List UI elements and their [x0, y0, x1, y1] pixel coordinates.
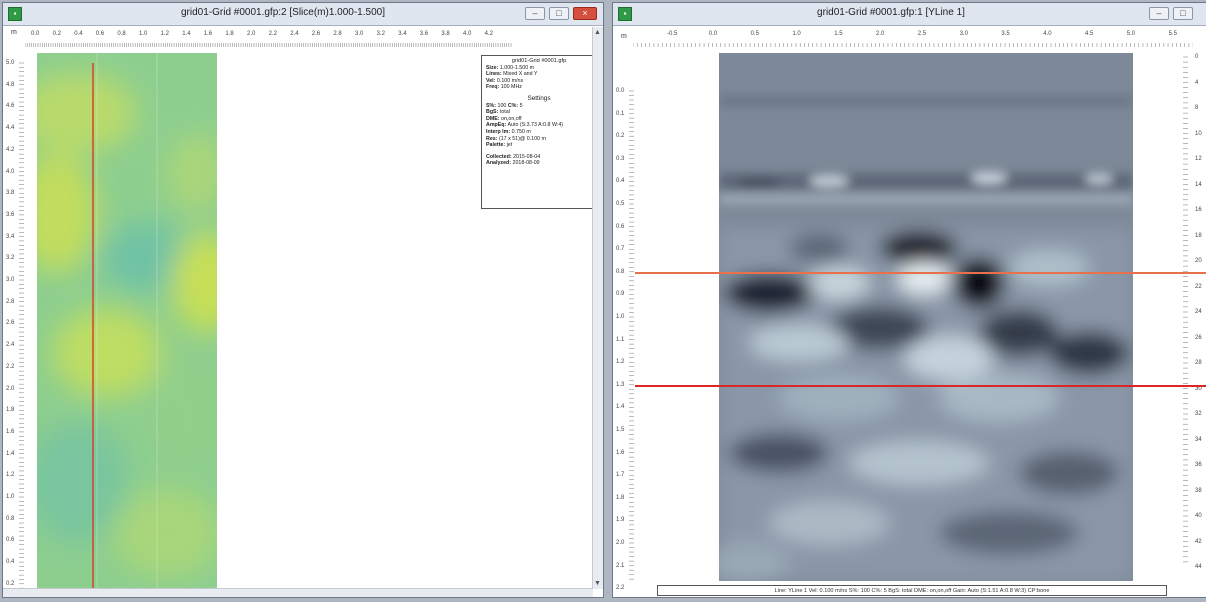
- info-freq: Freq: 100 MHz: [486, 84, 522, 91]
- slice-lines-overlay: [635, 272, 1206, 387]
- slice-window[interactable]: ▪ grid01-Grid #0001.gfp:2 [Slice(m)1.000…: [2, 2, 604, 598]
- x-tick-label: 3.8: [441, 31, 450, 37]
- info-size: Size: 1.000-1.500 m: [486, 64, 535, 71]
- info-lines: Lines: Mixed X and Y: [486, 71, 538, 78]
- unit-label: m: [11, 29, 17, 36]
- title-bar[interactable]: ▪ grid01-Grid #0001.gfp:2 [Slice(m)1.000…: [3, 3, 603, 26]
- x-tick-label: 2.8: [333, 31, 342, 37]
- x-tick-label: 0.2: [52, 31, 61, 37]
- x-tick-label: 1.2: [160, 31, 169, 37]
- close-button[interactable]: ×: [573, 7, 597, 20]
- app-icon[interactable]: ▪: [8, 7, 22, 21]
- x-tick-label: 0.8: [117, 31, 126, 37]
- x-tick-label: 2.6: [311, 31, 321, 37]
- x-tick-label: 4.2: [484, 31, 493, 37]
- info-res: Res: (17 x 51)@ 0.100 m: [486, 135, 546, 142]
- window-title: grid01-Grid #0001.gfp:2 [Slice(m)1.000-1…: [180, 7, 385, 18]
- depth-slice-map[interactable]: [37, 53, 217, 597]
- settings-header: Settings: [527, 94, 551, 102]
- x-tick-label: 3.6: [419, 31, 429, 37]
- horizontal-scrollbar[interactable]: [3, 588, 593, 597]
- vertical-ruler: 5.0 4.8 4.6 4.4 4.2 4.0 3.8 3.6 3.4 3.2 3.0 2.8 2.6 2…: [3, 53, 25, 597]
- info-bgs: BgS: total: [486, 109, 510, 116]
- x-tick-label: 3.2: [376, 31, 385, 37]
- info-palette: Palette: jet: [486, 142, 513, 149]
- x-tick-label: 1.0: [139, 31, 148, 37]
- x-tick-label: 3.4: [398, 31, 407, 37]
- scroll-down-arrow[interactable]: ▼: [594, 580, 601, 587]
- x-tick-label: 3.0: [355, 31, 364, 37]
- info-collected: Collected: 2015-08-04: [486, 153, 541, 160]
- x-tick-label: 2.4: [290, 31, 299, 37]
- profile-window[interactable]: ▪ grid01-Grid #0001.gfp:1 [YLine 1] – □ …: [612, 2, 1206, 598]
- info-analyzed: Analyzed: 2018-08-09: [486, 160, 540, 167]
- info-panel: grid01-Grid #0001.gfp Size: 1.000-1.500 …: [481, 55, 597, 209]
- x-tick-label: 2.0: [247, 31, 256, 37]
- minimize-button[interactable]: –: [525, 7, 545, 20]
- x-tick-label: 2.2: [268, 31, 277, 37]
- maximize-button[interactable]: □: [549, 7, 569, 20]
- x-tick-label: 0.6: [95, 31, 105, 37]
- x-tick-label: 1.6: [203, 31, 213, 37]
- x-tick-label: 1.8: [225, 31, 234, 37]
- info-interp: Interp lm: 0.750 m: [486, 128, 531, 135]
- status-bar: Line: YLine 1 Vel: 0.100 m/ns S%: 100 C%…: [657, 585, 1167, 596]
- x-tick-label: 0.0: [31, 31, 40, 37]
- info-dme: DME: on,on,off: [486, 115, 522, 122]
- info-vel: Vel: 0.100 m/ns: [486, 77, 524, 84]
- info-ampeq: AmpEq: Auto (S:3.73 A:0.8 W:4): [486, 122, 564, 129]
- info-filename: grid01-Grid #0001.gfp: [511, 58, 567, 64]
- scroll-up-arrow[interactable]: ▲: [594, 29, 601, 36]
- x-tick-label: 4.0: [463, 31, 472, 37]
- x-tick-label: 1.4: [182, 31, 191, 37]
- horizontal-ruler: 0.0 0.2 0.4 0.6 0.8 1.0 1.2 1.4 1.6 1.8 2.0 2.2 2.4 2…: [25, 27, 595, 47]
- x-tick-label: 0.4: [74, 31, 83, 37]
- info-sc: S%: 100 C%: 5: [486, 102, 523, 109]
- vertical-scrollbar[interactable]: ▲ ▼: [592, 27, 603, 589]
